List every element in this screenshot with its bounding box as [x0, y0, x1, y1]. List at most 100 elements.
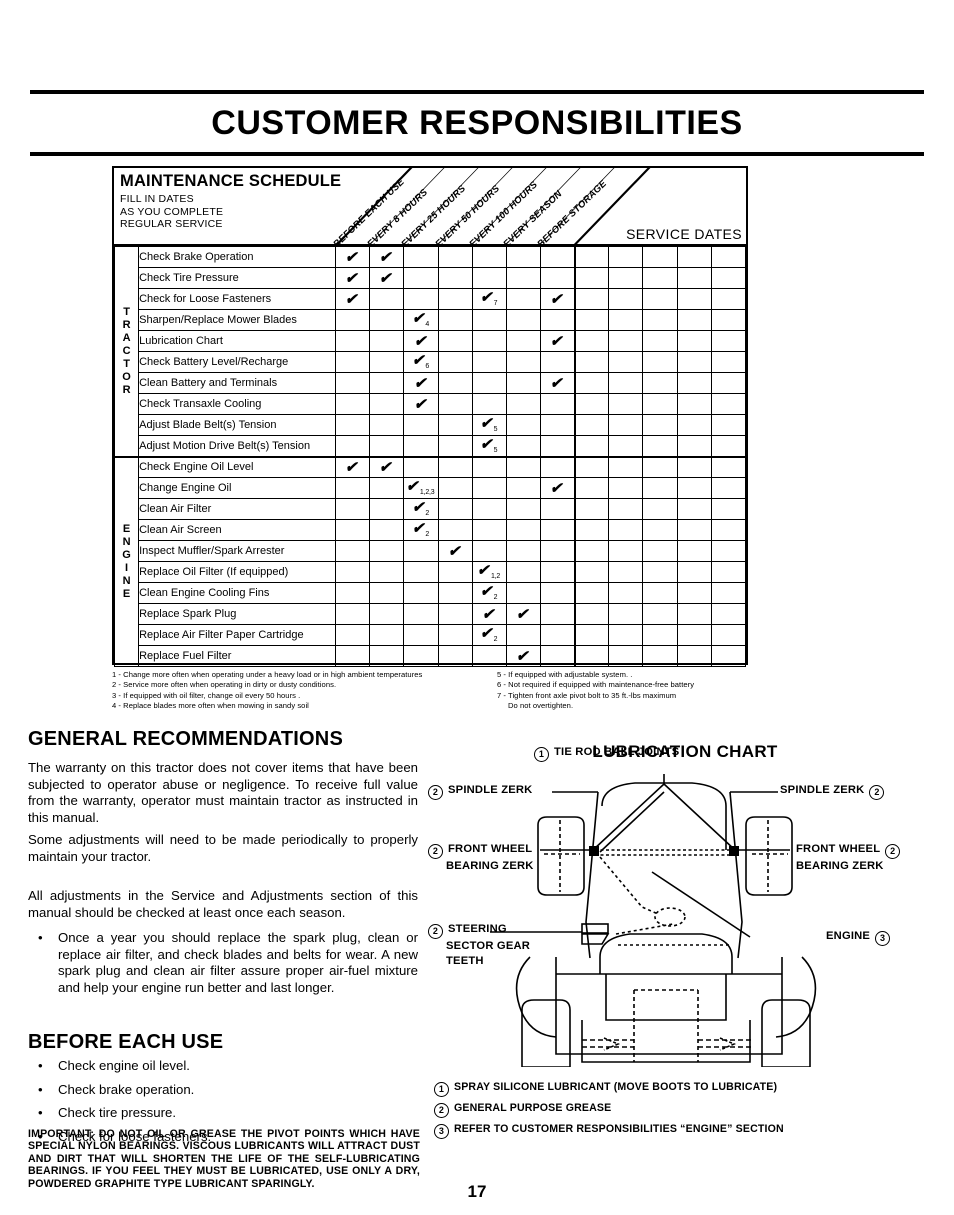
service-date-cell[interactable]	[710, 246, 747, 268]
service-date-cell[interactable]	[710, 519, 747, 541]
service-date-cell[interactable]	[676, 372, 712, 394]
service-date-cell[interactable]	[710, 288, 747, 310]
service-date-cell[interactable]	[642, 624, 678, 646]
service-date-cell[interactable]	[676, 455, 712, 478]
service-date-cell[interactable]	[642, 498, 678, 520]
service-date-cell[interactable]	[710, 477, 747, 499]
service-date-cell[interactable]	[608, 414, 644, 436]
service-date-cell[interactable]	[676, 582, 712, 604]
service-date-cell[interactable]	[574, 351, 610, 373]
service-date-cell[interactable]	[676, 309, 712, 331]
service-date-cell[interactable]	[608, 645, 644, 667]
service-date-cell[interactable]	[642, 288, 678, 310]
service-date-cell[interactable]	[710, 267, 747, 289]
service-date-cell[interactable]	[642, 519, 678, 541]
service-date-cell[interactable]	[574, 372, 610, 394]
service-date-cell[interactable]	[710, 561, 747, 583]
service-date-cell[interactable]	[608, 455, 644, 478]
service-date-cell[interactable]	[642, 435, 678, 457]
service-date-cell[interactable]	[676, 393, 712, 415]
service-date-cell[interactable]	[574, 455, 610, 478]
service-date-cell[interactable]	[642, 645, 678, 667]
service-date-cell[interactable]	[710, 309, 747, 331]
service-date-cell[interactable]	[642, 309, 678, 331]
service-date-cell[interactable]	[676, 477, 712, 499]
service-date-cell[interactable]	[642, 455, 678, 478]
service-date-cell[interactable]	[574, 645, 610, 667]
service-date-cell[interactable]	[574, 246, 610, 268]
service-date-cell[interactable]	[710, 435, 747, 457]
service-date-cell[interactable]	[676, 330, 712, 352]
service-date-cell[interactable]	[608, 582, 644, 604]
service-date-cell[interactable]	[608, 393, 644, 415]
service-date-cell[interactable]	[608, 540, 644, 562]
service-date-cell[interactable]	[574, 624, 610, 646]
service-date-cell[interactable]	[574, 288, 610, 310]
service-date-cell[interactable]	[710, 455, 747, 478]
service-date-cell[interactable]	[676, 498, 712, 520]
service-date-cell[interactable]	[574, 540, 610, 562]
service-date-cell[interactable]	[676, 540, 712, 562]
service-date-cell[interactable]	[710, 330, 747, 352]
service-date-cell[interactable]	[676, 414, 712, 436]
service-date-cell[interactable]	[642, 540, 678, 562]
service-date-cell[interactable]	[608, 477, 644, 499]
service-date-cell[interactable]	[574, 582, 610, 604]
service-date-cell[interactable]	[608, 288, 644, 310]
service-date-cell[interactable]	[710, 603, 747, 625]
service-date-cell[interactable]	[608, 624, 644, 646]
service-date-cell[interactable]	[676, 351, 712, 373]
service-date-cell[interactable]	[574, 561, 610, 583]
service-date-cell[interactable]	[676, 603, 712, 625]
service-date-cell[interactable]	[642, 372, 678, 394]
service-date-cell[interactable]	[642, 603, 678, 625]
service-date-cell[interactable]	[676, 519, 712, 541]
service-date-cell[interactable]	[642, 330, 678, 352]
service-date-cell[interactable]	[676, 288, 712, 310]
service-date-cell[interactable]	[676, 645, 712, 667]
service-date-cell[interactable]	[608, 351, 644, 373]
service-date-cell[interactable]	[642, 393, 678, 415]
service-date-cell[interactable]	[574, 498, 610, 520]
service-date-cell[interactable]	[608, 267, 644, 289]
service-date-cell[interactable]	[642, 582, 678, 604]
service-date-cell[interactable]	[574, 393, 610, 415]
service-date-cell[interactable]	[642, 414, 678, 436]
service-date-cell[interactable]	[608, 498, 644, 520]
service-date-cell[interactable]	[642, 477, 678, 499]
service-date-cell[interactable]	[710, 498, 747, 520]
service-date-cell[interactable]	[676, 267, 712, 289]
service-date-cell[interactable]	[574, 435, 610, 457]
service-date-cell[interactable]	[574, 267, 610, 289]
service-date-cell[interactable]	[608, 246, 644, 268]
service-date-cell[interactable]	[676, 435, 712, 457]
service-date-cell[interactable]	[710, 540, 747, 562]
service-date-cell[interactable]	[710, 414, 747, 436]
service-date-cell[interactable]	[574, 519, 610, 541]
service-date-cell[interactable]	[608, 561, 644, 583]
service-date-cell[interactable]	[608, 309, 644, 331]
service-date-cell[interactable]	[710, 372, 747, 394]
service-date-cell[interactable]	[574, 414, 610, 436]
service-date-cell[interactable]	[642, 561, 678, 583]
service-date-cell[interactable]	[574, 477, 610, 499]
service-date-cell[interactable]	[676, 561, 712, 583]
service-date-cell[interactable]	[574, 603, 610, 625]
service-date-cell[interactable]	[608, 519, 644, 541]
service-date-cell[interactable]	[574, 330, 610, 352]
service-date-cell[interactable]	[710, 582, 747, 604]
service-date-cell[interactable]	[642, 246, 678, 268]
service-date-cell[interactable]	[642, 351, 678, 373]
service-date-cell[interactable]	[574, 309, 610, 331]
service-date-cell[interactable]	[676, 246, 712, 268]
service-date-cell[interactable]	[608, 435, 644, 457]
service-date-cell[interactable]	[710, 645, 747, 667]
service-date-cell[interactable]	[608, 372, 644, 394]
service-date-cell[interactable]	[676, 624, 712, 646]
service-date-cell[interactable]	[710, 393, 747, 415]
service-date-cell[interactable]	[710, 351, 747, 373]
service-date-cell[interactable]	[642, 267, 678, 289]
service-date-cell[interactable]	[710, 624, 747, 646]
service-date-cell[interactable]	[608, 603, 644, 625]
service-date-cell[interactable]	[608, 330, 644, 352]
